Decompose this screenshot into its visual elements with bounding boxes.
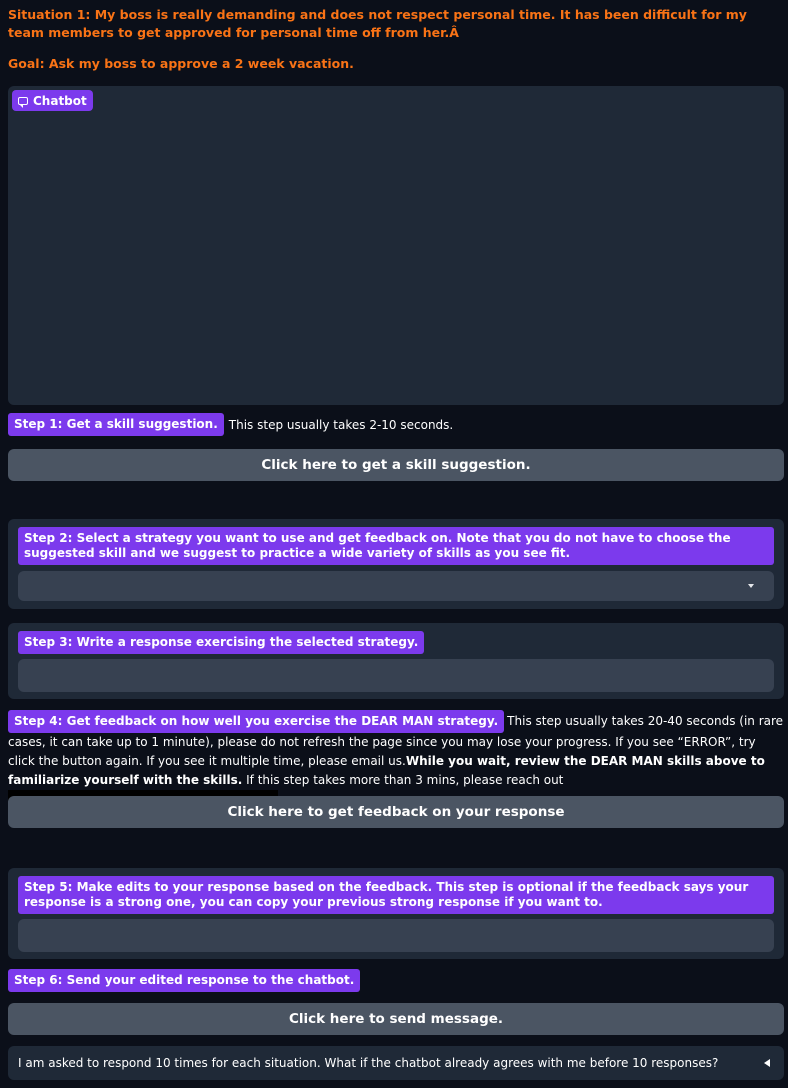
step6-label: Step 6: Send your edited response to the… [8, 969, 361, 992]
situation-text: Situation 1: My boss is really demanding… [8, 7, 747, 40]
chatbot-label-text: Chatbot [33, 93, 87, 108]
get-feedback-button[interactable]: Click here to get feedback on your respo… [8, 796, 784, 828]
expand-triangle-icon[interactable] [764, 1059, 770, 1067]
step3-panel: Step 3: Write a response exercising the … [8, 623, 784, 699]
get-skill-suggestion-button[interactable]: Click here to get a skill suggestion. [8, 449, 784, 481]
step2-label: Step 2: Select a strategy you want to us… [18, 527, 774, 565]
response-textbox[interactable] [18, 659, 774, 692]
faq-accordion[interactable]: I am asked to respond 10 times for each … [8, 1046, 784, 1080]
step6-row: Step 6: Send your edited response to the… [8, 969, 361, 992]
step1-label: Step 1: Get a skill suggestion. [8, 413, 224, 436]
step2-panel: Step 2: Select a strategy you want to us… [8, 519, 784, 609]
goal-text: Goal: Ask my boss to approve a 2 week va… [8, 56, 354, 71]
chevron-down-icon[interactable] [748, 584, 754, 588]
chatbot-panel[interactable]: Chatbot [8, 86, 784, 405]
step3-label: Step 3: Write a response exercising the … [18, 631, 425, 654]
chat-bubble-icon [18, 96, 28, 108]
strategy-select[interactable] [18, 571, 774, 601]
step5-panel: Step 5: Make edits to your response base… [8, 868, 784, 959]
step4-note-tail: If this step takes more than 3 mins, ple… [242, 773, 564, 787]
step1-note: This step usually takes 2-10 seconds. [228, 417, 454, 432]
step1-row: Step 1: Get a skill suggestion. This ste… [8, 413, 453, 436]
step4-label: Step 4: Get feedback on how well you exe… [8, 710, 505, 733]
edited-response-textbox[interactable] [18, 919, 774, 952]
step5-label: Step 5: Make edits to your response base… [18, 876, 774, 914]
faq-question: I am asked to respond 10 times for each … [18, 1056, 719, 1070]
step4-block: Step 4: Get feedback on how well you exe… [8, 710, 784, 810]
chatbot-label: Chatbot [12, 90, 93, 111]
send-message-button[interactable]: Click here to send message. [8, 1003, 784, 1035]
